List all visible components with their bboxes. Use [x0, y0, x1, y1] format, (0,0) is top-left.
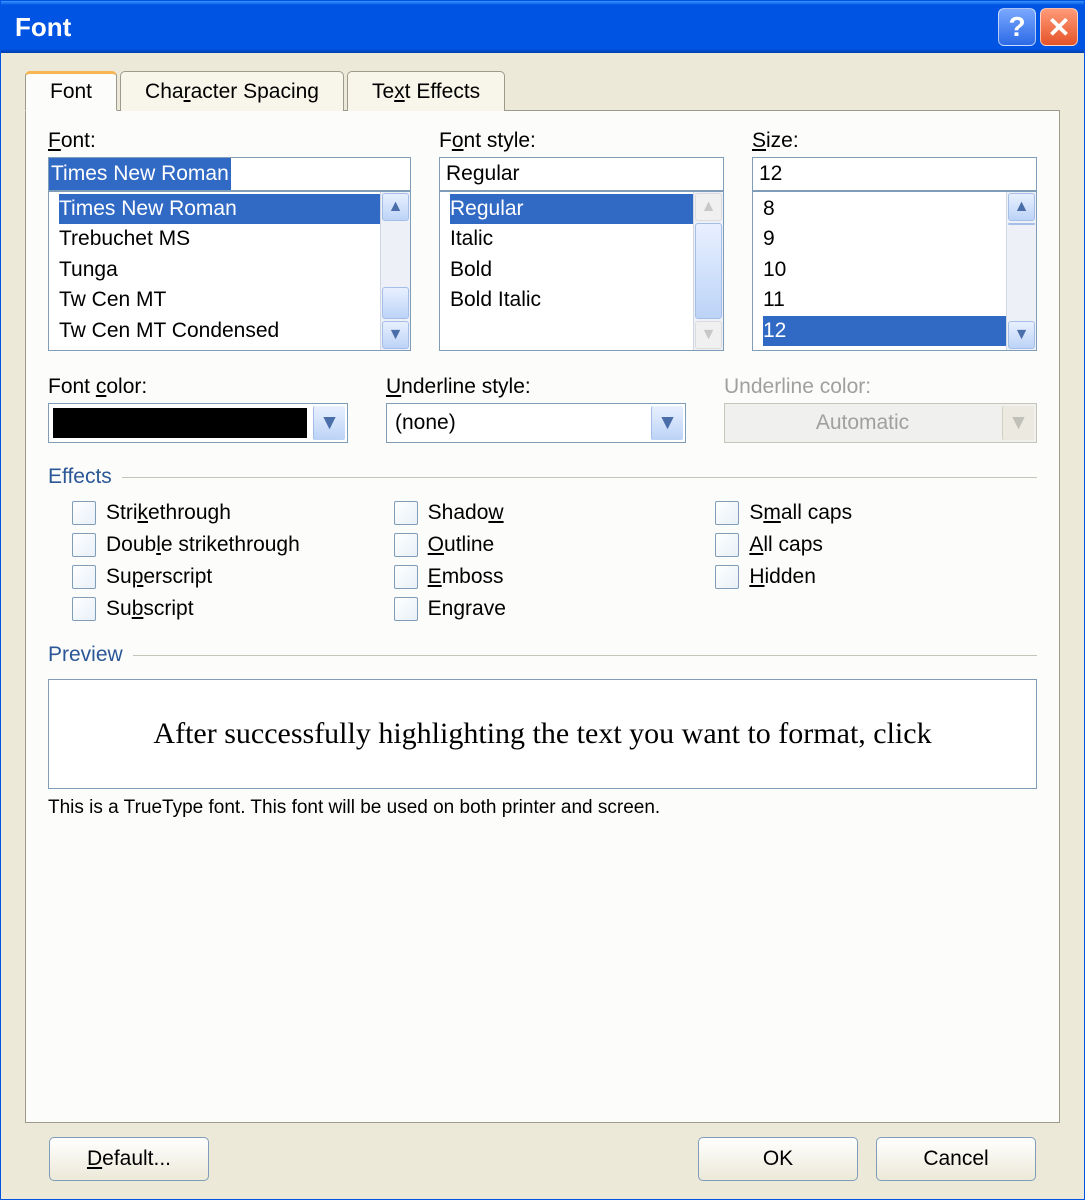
preview-text: After successfully highlighting the text… — [153, 717, 931, 751]
checkbox-icon — [394, 533, 418, 557]
font-dialog: Font ? ✕ Font Character Spacing Text Eff… — [0, 0, 1085, 1200]
checkbox-subscript[interactable]: Subscript — [72, 597, 394, 621]
scroll-up-icon[interactable]: ▲ — [382, 193, 409, 221]
list-item[interactable]: Tw Cen MT Condensed — [59, 316, 380, 346]
cancel-button[interactable]: Cancel — [876, 1137, 1036, 1181]
color-swatch — [53, 408, 307, 438]
checkbox-superscript[interactable]: Superscript — [72, 565, 394, 589]
checkbox-hidden[interactable]: Hidden — [715, 565, 1037, 589]
close-button[interactable]: ✕ — [1040, 8, 1078, 46]
size-list[interactable]: 8 9 10 11 12 ▲ ▼ — [752, 191, 1037, 351]
list-item[interactable]: 12 — [763, 316, 1006, 346]
scroll-thumb[interactable] — [1008, 223, 1035, 225]
tab-font[interactable]: Font — [25, 71, 117, 111]
checkbox-icon — [72, 533, 96, 557]
effects-label: Effects — [48, 465, 112, 489]
scrollbar: ▲ ▼ — [693, 192, 723, 350]
checkbox-icon — [72, 597, 96, 621]
scroll-down-icon[interactable]: ▼ — [1008, 321, 1035, 349]
list-item[interactable]: Trebuchet MS — [59, 224, 380, 254]
list-item[interactable]: 11 — [763, 285, 1006, 315]
checkbox-icon — [715, 565, 739, 589]
chevron-down-icon: ▼ — [1002, 406, 1034, 440]
checkbox-icon — [715, 501, 739, 525]
checkbox-icon — [394, 597, 418, 621]
preview-label: Preview — [48, 643, 123, 667]
font-style-input[interactable] — [439, 157, 724, 191]
preview-hint: This is a TrueType font. This font will … — [48, 797, 1037, 819]
preview-box: After successfully highlighting the text… — [48, 679, 1037, 789]
underline-style-label: Underline style: — [386, 375, 686, 399]
checkbox-all-caps[interactable]: All caps — [715, 533, 1037, 557]
scroll-thumb[interactable] — [382, 287, 409, 319]
font-style-list[interactable]: Regular Italic Bold Bold Italic ▲ ▼ — [439, 191, 724, 351]
checkbox-shadow[interactable]: Shadow — [394, 501, 716, 525]
size-label: Size: — [752, 129, 1037, 153]
size-input[interactable] — [752, 157, 1037, 191]
checkbox-icon — [72, 501, 96, 525]
scroll-up-icon[interactable]: ▲ — [1008, 193, 1035, 221]
checkbox-emboss[interactable]: Emboss — [394, 565, 716, 589]
list-item[interactable]: Regular — [450, 194, 693, 224]
list-item[interactable]: Bold — [450, 255, 693, 285]
underline-color-label: Underline color: — [724, 375, 1037, 399]
list-item[interactable]: Times New Roman — [59, 194, 380, 224]
tab-character-spacing[interactable]: Character Spacing — [120, 71, 344, 111]
tab-panel: Font: Times New Roman Times New Roman Tr… — [25, 110, 1060, 1123]
scroll-down-icon[interactable]: ▼ — [382, 321, 409, 349]
font-style-label: Font style: — [439, 129, 724, 153]
list-item[interactable]: 8 — [763, 194, 1006, 224]
effects-group: Effects Strikethrough Double strikethrou… — [48, 465, 1037, 621]
checkbox-small-caps[interactable]: Small caps — [715, 501, 1037, 525]
checkbox-double-strikethrough[interactable]: Double strikethrough — [72, 533, 394, 557]
list-item[interactable]: Tunga — [59, 255, 380, 285]
underline-color-combo: Automatic ▼ — [724, 403, 1037, 443]
list-item[interactable]: 9 — [763, 224, 1006, 254]
checkbox-strikethrough[interactable]: Strikethrough — [72, 501, 394, 525]
scroll-thumb — [695, 223, 722, 319]
tab-text-effects[interactable]: Text Effects — [347, 71, 505, 111]
list-item[interactable]: 10 — [763, 255, 1006, 285]
list-item[interactable]: Bold Italic — [450, 285, 693, 315]
font-input[interactable]: Times New Roman — [48, 157, 411, 191]
list-item[interactable]: Italic — [450, 224, 693, 254]
close-icon: ✕ — [1047, 11, 1070, 44]
button-row: Default... OK Cancel — [25, 1123, 1060, 1181]
checkbox-icon — [715, 533, 739, 557]
scroll-up-icon: ▲ — [695, 193, 722, 221]
underline-style-combo[interactable]: (none) ▼ — [386, 403, 686, 443]
scrollbar[interactable]: ▲ ▼ — [1006, 192, 1036, 350]
window-title: Font — [15, 12, 994, 43]
checkbox-icon — [72, 565, 96, 589]
checkbox-icon — [394, 565, 418, 589]
font-list[interactable]: Times New Roman Trebuchet MS Tunga Tw Ce… — [48, 191, 411, 351]
font-color-label: Font color: — [48, 375, 348, 399]
scrollbar[interactable]: ▲ ▼ — [380, 192, 410, 350]
client-area: Font Character Spacing Text Effects Font… — [1, 53, 1084, 1199]
titlebar[interactable]: Font ? ✕ — [1, 1, 1084, 53]
font-color-combo[interactable]: ▼ — [48, 403, 348, 443]
preview-group: Preview After successfully highlighting … — [48, 643, 1037, 1104]
list-item[interactable]: Tw Cen MT — [59, 285, 380, 315]
chevron-down-icon[interactable]: ▼ — [651, 406, 683, 440]
checkbox-engrave[interactable]: Engrave — [394, 597, 716, 621]
scroll-down-icon: ▼ — [695, 321, 722, 349]
chevron-down-icon[interactable]: ▼ — [313, 406, 345, 440]
font-label: Font: — [48, 129, 411, 153]
tab-strip: Font Character Spacing Text Effects — [25, 71, 1060, 111]
checkbox-outline[interactable]: Outline — [394, 533, 716, 557]
ok-button[interactable]: OK — [698, 1137, 858, 1181]
help-button[interactable]: ? — [998, 8, 1036, 46]
default-button[interactable]: Default... — [49, 1137, 209, 1181]
checkbox-icon — [394, 501, 418, 525]
